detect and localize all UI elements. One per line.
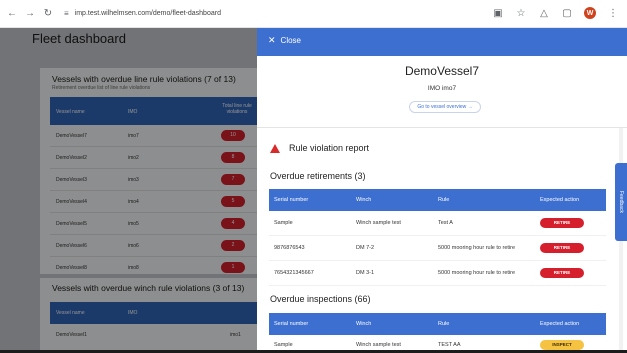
vessel-title: DemoVessel7 [404, 64, 480, 78]
close-label: Close [280, 36, 301, 45]
vessel-drawer: ✕ Close DemoVessel7 IMO imo7 Go to vesse… [257, 28, 627, 353]
rule-name: TEST AA [438, 342, 461, 348]
vessel-imo-label: IMO imo7 [427, 85, 457, 92]
install-app-icon[interactable]: ▣ [492, 7, 504, 19]
winch-name: DM 7-2 [356, 245, 375, 251]
back-arrow-icon[interactable]: ← [6, 8, 18, 20]
warning-icon [270, 143, 280, 153]
serial-number: 9876876543 [274, 245, 305, 251]
drawer-header: ✕ Close [257, 28, 627, 56]
col-serial: Serial number [274, 197, 309, 203]
inspections-title: Overdue inspections (66) [270, 294, 371, 304]
winch-name: Winch sample test [356, 220, 401, 226]
serial-number: Sample [274, 220, 293, 226]
rule-name: 5000 mooring hour rule to retire [438, 245, 516, 251]
col-expected-action: Expected action [540, 321, 580, 327]
retire-badge: RETIRE [540, 218, 584, 228]
bookmark-star-icon[interactable]: ☆ [515, 7, 527, 19]
retirements-table-header: Serial number Winch Rule Expected action [269, 189, 606, 211]
inspections-table-header: Serial number Winch Rule Expected action [269, 313, 606, 335]
menu-kebab-icon[interactable]: ⋮ [607, 7, 619, 19]
url-text: imp.test.wilhelmsen.com/demo/fleet-dashb… [74, 10, 221, 17]
report-heading: Rule violation report [270, 143, 369, 153]
divider [257, 127, 627, 128]
col-serial: Serial number [274, 321, 309, 327]
col-winch: Winch [356, 197, 372, 203]
winch-name: DM 3-1 [356, 270, 375, 276]
profile-avatar[interactable]: W [584, 7, 596, 19]
col-winch: Winch [356, 321, 372, 327]
browser-toolbar: ← → ↻ ≡ imp.test.wilhelmsen.com/demo/fle… [0, 0, 627, 28]
winch-name: Winch sample test [356, 342, 401, 348]
go-to-vessel-overview-button[interactable]: Go to vessel overview → [409, 101, 481, 113]
rule-name: 5000 mooring hour rule to retire [438, 270, 516, 276]
table-row[interactable]: Sample Winch sample test Test A RETIRE [269, 211, 606, 236]
serial-number: 7654321345667 [274, 270, 314, 276]
report-title: Rule violation report [289, 143, 370, 153]
close-button[interactable]: ✕ Close [268, 35, 301, 46]
extensions-icon[interactable]: △ [538, 7, 550, 19]
col-expected-action: Expected action [540, 197, 580, 203]
forward-arrow-icon[interactable]: → [24, 8, 36, 20]
retirements-title: Overdue retirements (3) [270, 171, 366, 181]
inspect-badge: INSPECT [540, 340, 584, 350]
site-settings-icon[interactable]: ≡ [64, 9, 69, 18]
col-rule: Rule [438, 197, 450, 203]
rule-name: Test A [438, 220, 453, 226]
retire-badge: RETIRE [540, 268, 584, 278]
downloads-icon[interactable]: ▢ [561, 7, 573, 19]
retire-badge: RETIRE [540, 243, 584, 253]
table-row[interactable]: 7654321345667 DM 3-1 5000 mooring hour r… [269, 261, 606, 286]
table-row[interactable]: 9876876543 DM 7-2 5000 mooring hour rule… [269, 236, 606, 261]
address-bar[interactable]: ≡ imp.test.wilhelmsen.com/demo/fleet-das… [64, 9, 221, 18]
col-rule: Rule [438, 321, 450, 327]
reload-icon[interactable]: ↻ [42, 8, 54, 20]
serial-number: Sample [274, 342, 293, 348]
close-icon: ✕ [268, 35, 276, 45]
feedback-tab[interactable]: Feedback [615, 163, 627, 241]
